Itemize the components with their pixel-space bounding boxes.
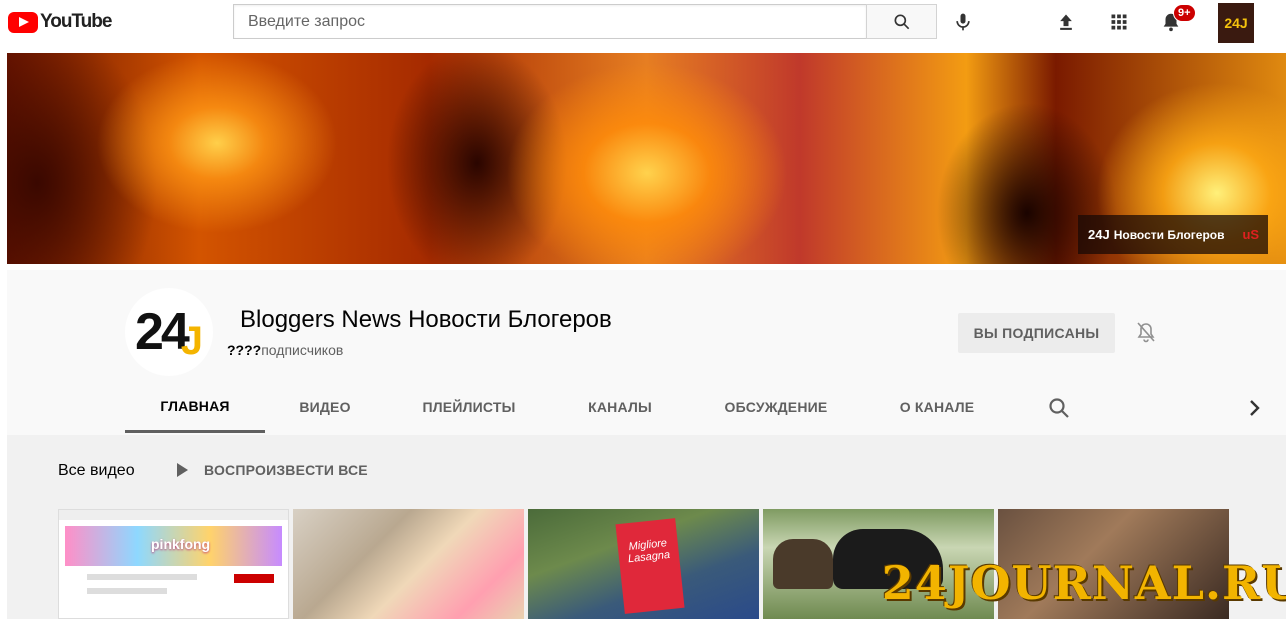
youtube-logo[interactable]: YouTube	[8, 11, 112, 33]
tabs-scroll-next-button[interactable]	[1245, 396, 1265, 425]
banner-link-text[interactable]: Новости Блогеров	[1114, 228, 1225, 242]
microphone-icon	[956, 13, 970, 31]
play-all-label: ВОСПРОИЗВЕСТИ ВСЕ	[204, 462, 368, 478]
video-thumbnail[interactable]	[293, 509, 524, 619]
shelf-title[interactable]: Все видео	[58, 462, 135, 480]
tab-videos[interactable]: ВИДЕО	[265, 381, 385, 433]
voice-search-button[interactable]	[943, 2, 983, 42]
channel-avatar-letter: J	[180, 318, 204, 363]
channel-avatar-number: 24	[134, 303, 190, 361]
subscribed-button[interactable]: ВЫ ПОДПИСАНЫ	[958, 313, 1115, 353]
youtube-wordmark: YouTube	[40, 11, 112, 32]
notification-bell-button[interactable]	[1134, 320, 1160, 346]
apps-button[interactable]	[1099, 2, 1139, 42]
video-thumbnail[interactable]: pinkfong	[58, 509, 289, 619]
bell-off-icon	[1137, 322, 1155, 343]
subscriber-count-label: подписчиков	[261, 342, 344, 358]
banner-link-extra[interactable]: uS	[1242, 227, 1259, 242]
banner-links[interactable]: 24J Новости Блогеров uS	[1078, 215, 1268, 254]
channel-name: Bloggers News Новости Блогеров	[240, 306, 612, 333]
play-icon	[177, 463, 188, 477]
notification-badge: 9+	[1173, 4, 1196, 22]
tab-playlists[interactable]: ПЛЕЙЛИСТЫ	[385, 381, 553, 433]
search-icon	[894, 14, 909, 29]
site-watermark: 24JOURNAL.RU	[881, 556, 1286, 610]
video-thumbnail[interactable]: Migliore Lasagna	[528, 509, 759, 619]
thumbnail-caption: pinkfong	[151, 536, 211, 552]
account-avatar[interactable]: 24J	[1218, 3, 1254, 43]
upload-button[interactable]	[1046, 2, 1086, 42]
tab-channels[interactable]: КАНАЛЫ	[553, 381, 687, 433]
banner-link-logo: 24J	[1088, 227, 1110, 242]
apps-grid-icon	[1111, 14, 1127, 30]
search-icon	[1049, 398, 1069, 418]
thumbnail-caption: Migliore Lasagna	[615, 518, 685, 614]
youtube-play-icon	[8, 11, 38, 33]
channel-tabs: ГЛАВНАЯ ВИДЕО ПЛЕЙЛИСТЫ КАНАЛЫ ОБСУЖДЕНИ…	[125, 381, 1009, 435]
play-all-button[interactable]: ВОСПРОИЗВЕСТИ ВСЕ	[177, 462, 368, 478]
search-input[interactable]	[233, 4, 866, 39]
upload-icon	[1060, 14, 1072, 30]
channel-avatar[interactable]: 24 J	[125, 288, 213, 376]
masthead: YouTube Введите запрос 9+ 24J	[0, 0, 1286, 53]
subscriber-count: ????подписчиков	[227, 342, 343, 358]
subscriber-count-value: ????	[227, 342, 262, 358]
tab-home[interactable]: ГЛАВНАЯ	[125, 381, 265, 433]
chevron-right-icon	[1250, 400, 1260, 416]
tab-about[interactable]: О КАНАЛЕ	[865, 381, 1009, 433]
tab-discussion[interactable]: ОБСУЖДЕНИЕ	[687, 381, 865, 433]
channel-search-button[interactable]	[1047, 396, 1071, 425]
search-button[interactable]	[866, 4, 937, 39]
search-bar	[233, 4, 937, 39]
channel-header: 24 J Bloggers News Новости Блогеров ????…	[7, 270, 1286, 435]
